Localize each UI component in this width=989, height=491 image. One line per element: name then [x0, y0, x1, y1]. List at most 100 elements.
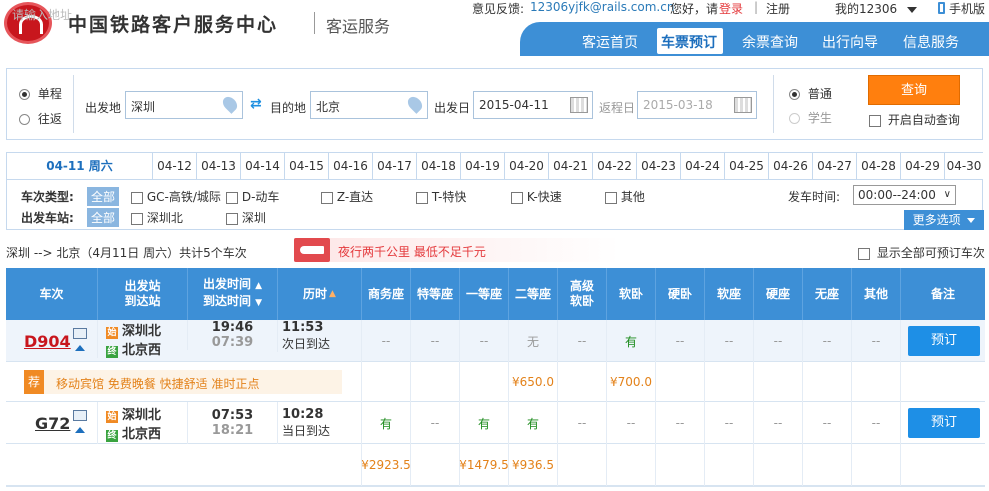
date-tab[interactable]: 04-12: [152, 153, 196, 179]
checkbox-icon: [131, 191, 143, 204]
date-tab[interactable]: 04-24: [680, 153, 724, 179]
depart-time: 07:53: [211, 408, 254, 423]
col-arrive-time-label: 到达时间: [202, 294, 251, 308]
filter-z-label: Z-直达: [336, 190, 374, 204]
col-duration-label: 历时: [303, 286, 328, 301]
station-all-tag[interactable]: 全部: [87, 208, 120, 227]
ticket-student-radio[interactable]: 学生: [789, 109, 832, 126]
seat-hard-seat: --: [753, 320, 802, 362]
book-button[interactable]: 预订: [908, 326, 980, 356]
col-to-station: 到达站: [124, 294, 161, 308]
col-times[interactable]: 出发时间 ▲ 到达时间 ▼: [187, 268, 277, 320]
more-options-button[interactable]: 更多选项: [904, 210, 984, 230]
col-train: 车次: [39, 286, 64, 301]
date-tab[interactable]: 04-14: [240, 153, 284, 179]
date-tab[interactable]: 04-16: [328, 153, 372, 179]
seat-first: 有: [459, 402, 508, 444]
nav-remaining-query[interactable]: 余票查询: [742, 32, 798, 52]
depart-date-input[interactable]: 2015-04-11: [473, 91, 593, 119]
date-tab[interactable]: 04-27: [812, 153, 856, 179]
train-number-link[interactable]: D904: [24, 332, 71, 351]
duration-cell: 10:28 当日到达: [277, 402, 361, 444]
date-tab[interactable]: 04-21: [548, 153, 592, 179]
times-cell: 07:53 18:21: [187, 402, 277, 444]
filter-k[interactable]: K-快速: [511, 188, 562, 205]
my12306-menu[interactable]: 我的12306: [835, 0, 918, 17]
auto-query-label: 开启自动查询: [887, 113, 960, 127]
login-link[interactable]: 登录: [719, 0, 743, 17]
show-all-checkbox[interactable]: 显示全部可预订车次: [858, 244, 985, 261]
arrive-time: 07:39: [211, 335, 254, 350]
table-row: G72 始深圳北 终北京西 07:53 18:21 10:28 当日到达 有 -…: [6, 402, 985, 444]
nav-travel-guide[interactable]: 出行向导: [822, 32, 878, 52]
filter-t[interactable]: T-特快: [416, 188, 466, 205]
trip-roundtrip-radio[interactable]: 往返: [19, 110, 62, 127]
seat-hard-sleeper: --: [655, 402, 704, 444]
book-button[interactable]: 预订: [908, 408, 980, 438]
filter-t-label: T-特快: [431, 190, 467, 204]
filter-d[interactable]: D-动车: [226, 188, 279, 205]
from-station-input[interactable]: 深圳: [125, 91, 243, 119]
price-cell: [655, 444, 704, 486]
search-panel: 单程 往返 出发地 深圳 ⇄ 目的地 北京 出发日 2015-04-11 返程日…: [6, 68, 983, 140]
train-number-link[interactable]: G72: [35, 414, 70, 433]
date-tab[interactable]: 04-30: [944, 153, 983, 179]
filter-gc[interactable]: GC-高铁/城际: [131, 188, 221, 205]
date-tab[interactable]: 04-26: [768, 153, 812, 179]
filter-panel: 车次类型: 全部 GC-高铁/城际 D-动车 Z-直达 T-特快 K-快速 其他…: [6, 180, 983, 230]
price-cell: [900, 444, 985, 486]
to-station-input[interactable]: 北京: [310, 91, 428, 119]
mobile-label: 手机版: [949, 2, 986, 16]
nav-ticket-booking[interactable]: 车票预订: [661, 32, 717, 52]
checkbox-icon: [511, 191, 523, 204]
register-link[interactable]: 注册: [766, 0, 790, 17]
date-tab[interactable]: 04-22: [592, 153, 636, 179]
date-tab[interactable]: 04-19: [460, 153, 504, 179]
filter-d-label: D-动车: [241, 190, 280, 204]
date-tab[interactable]: 04-29: [900, 153, 944, 179]
return-date-input[interactable]: 2015-03-18: [637, 91, 757, 119]
station-filter-label: 出发车站:: [21, 211, 74, 225]
price-cell: [802, 362, 851, 402]
date-tab[interactable]: 04-13: [196, 153, 240, 179]
depart-time-select[interactable]: 00:00--24:00 ∨: [853, 185, 956, 205]
duration-cell: 11:53 次日到达: [277, 320, 361, 352]
site-header: 请输入地址 中国铁路客户服务中心 客运服务 意见反馈: 12306yjfk@ra…: [0, 0, 989, 60]
query-button[interactable]: 查询: [868, 75, 960, 105]
date-tab[interactable]: 04-20: [504, 153, 548, 179]
promo-banner[interactable]: 夜行两千公里 最低不足千元: [294, 238, 620, 262]
mobile-link[interactable]: 手机版: [938, 0, 985, 17]
route-summary: 深圳 --> 北京（4月11日 周六）共计5个车次: [6, 246, 247, 260]
seat-soft-seat: --: [704, 402, 753, 444]
recommend-banner[interactable]: 荐 移动宾馆 免费晚餐 快捷舒适 准时正点: [24, 370, 342, 394]
feedback-label: 意见反馈:: [472, 2, 525, 16]
feedback-email-link[interactable]: 12306yjfk@rails.com.cn: [530, 0, 674, 14]
id-card-icon: [73, 328, 87, 339]
col-second-class: 二等座: [508, 268, 557, 320]
expand-stops-icon[interactable]: [75, 427, 85, 433]
auto-query-checkbox[interactable]: 开启自动查询: [869, 111, 960, 128]
filter-other[interactable]: 其他: [605, 188, 645, 205]
expand-stops-icon[interactable]: [75, 345, 85, 351]
filter-station-sz[interactable]: 深圳: [226, 209, 266, 226]
filter-z[interactable]: Z-直达: [321, 188, 373, 205]
filter-station-szb[interactable]: 深圳北: [131, 209, 183, 226]
date-tab[interactable]: 04-18: [416, 153, 460, 179]
date-tab[interactable]: 04-17: [372, 153, 416, 179]
date-tab[interactable]: 04-28: [856, 153, 900, 179]
trip-oneway-radio[interactable]: 单程: [19, 85, 62, 102]
seat-deluxe-sleeper: --: [557, 320, 606, 362]
trip-oneway-label: 单程: [37, 87, 62, 101]
swap-stations-icon[interactable]: ⇄: [250, 97, 266, 112]
date-tab[interactable]: 04-25: [724, 153, 768, 179]
date-tab[interactable]: 04-15: [284, 153, 328, 179]
col-duration[interactable]: 历时 ▲: [277, 268, 361, 320]
ticket-normal-radio[interactable]: 普通: [789, 85, 832, 102]
nav-info-service[interactable]: 信息服务: [903, 32, 959, 52]
nav-home[interactable]: 客运首页: [582, 32, 638, 52]
train-type-all-tag[interactable]: 全部: [87, 187, 120, 206]
sort-up-icon: ▲: [255, 281, 263, 291]
col-first-class: 一等座: [459, 268, 508, 320]
date-tab-active[interactable]: 04-11 周六: [6, 153, 152, 179]
date-tab[interactable]: 04-23: [636, 153, 680, 179]
